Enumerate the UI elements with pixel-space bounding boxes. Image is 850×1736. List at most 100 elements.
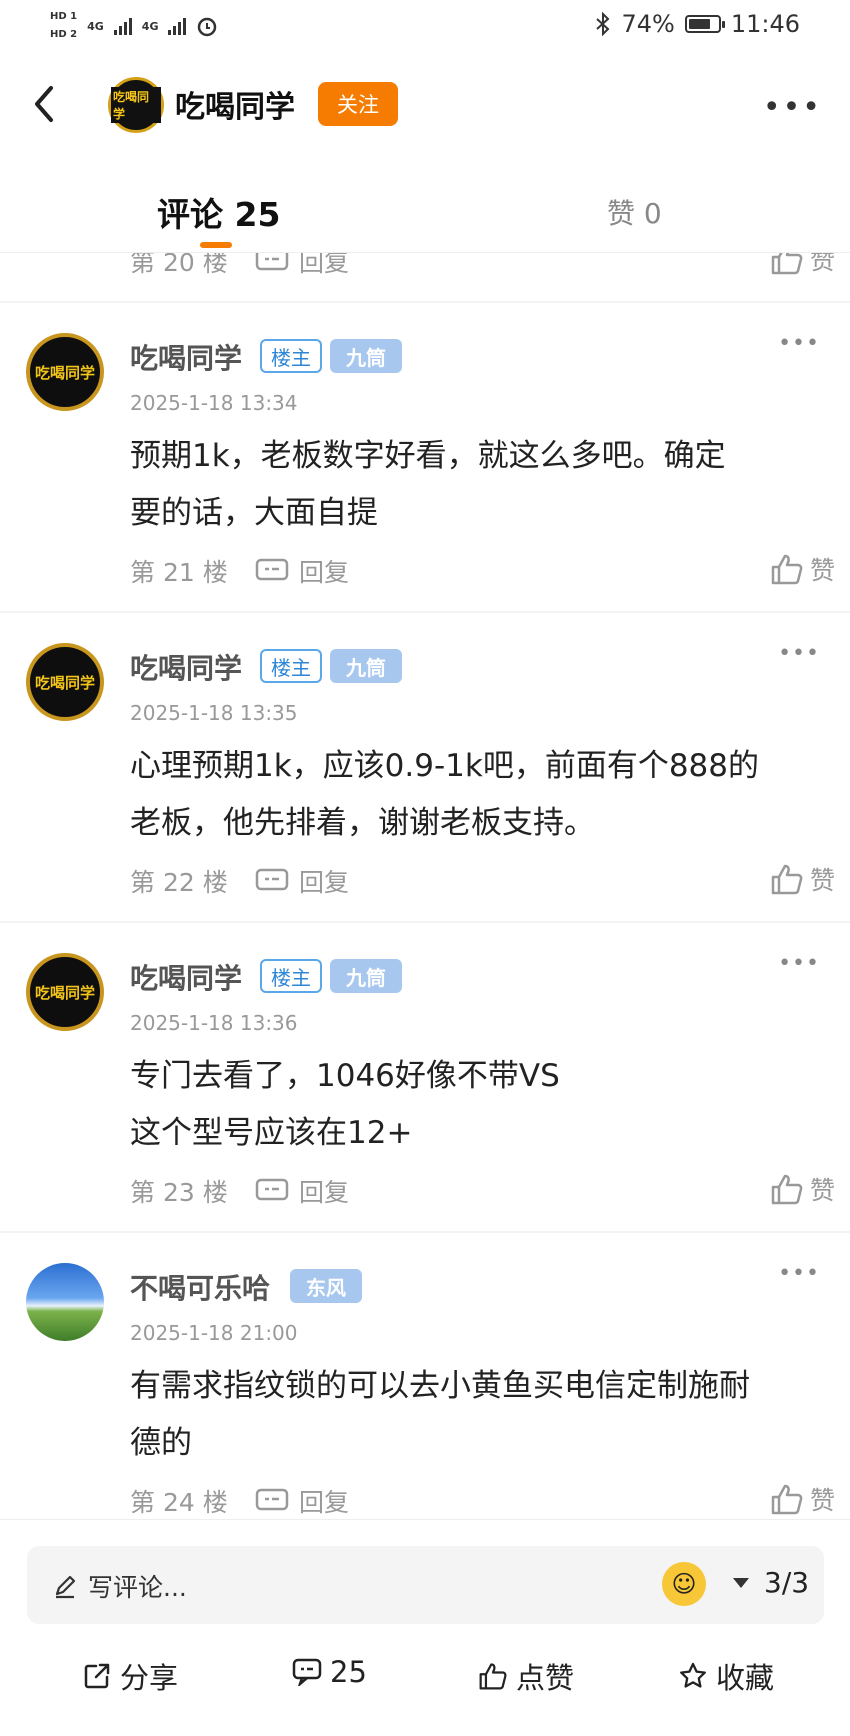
back-icon[interactable] <box>25 80 65 128</box>
floor-label: 第 20 楼 <box>130 253 228 277</box>
comment-item: 吃喝同学 吃喝同学 楼主 九筒 ••• 2025-1-18 13:36 专门去看… <box>0 923 850 1233</box>
bottom-bar: 写评论... ☺ 3/3 分享 25 点赞 收藏 <box>0 1519 850 1736</box>
comment-footer: 第 24 楼 回复 赞 <box>130 1483 835 1519</box>
status-left: HD 1 HD 2 4G 4G <box>50 8 218 44</box>
comment-input-placeholder: 写评论... <box>88 1573 187 1602</box>
comment-count-button[interactable]: 25 <box>292 1655 367 1689</box>
avatar[interactable]: 吃喝同学 <box>26 953 104 1031</box>
comment-item: 吃喝同学 吃喝同学 楼主 九筒 ••• 2025-1-18 13:34 预期1k… <box>0 303 850 613</box>
top-nav: 吃喝同学 吃喝同学 关注 ••• <box>0 60 850 150</box>
action-bar: 分享 25 点赞 收藏 <box>0 1645 850 1705</box>
sim2-label: HD 2 <box>50 29 78 40</box>
bluetooth-icon <box>596 12 610 36</box>
emoji-icon[interactable]: ☺ <box>662 1562 706 1606</box>
floor-label: 第 21 楼 <box>130 558 228 587</box>
network2-label: 4G <box>141 19 159 33</box>
avatar[interactable]: 吃喝同学 <box>26 333 104 411</box>
comment-list[interactable]: 第 20 楼 回复 赞 吃喝同学 吃喝同学 楼主 九筒 ••• 2025-1-1… <box>0 253 850 1519</box>
more-menu-icon[interactable]: ••• <box>763 90 822 125</box>
share-button[interactable]: 分享 <box>82 1655 178 1697</box>
comment-line: 要的话，大面自提 <box>130 495 378 531</box>
status-right: 74% 11:46 <box>595 10 800 38</box>
like-button[interactable]: 赞 <box>770 551 835 587</box>
favorite-label: 收藏 <box>716 1661 775 1695</box>
signal2-icon <box>168 17 187 35</box>
page-selector[interactable]: 3/3 <box>732 1566 809 1599</box>
thumb-up-icon <box>771 1174 803 1205</box>
comment-more-icon[interactable]: ••• <box>778 331 820 356</box>
comment-content: 预期1k，老板数字好看，就这么多吧。确定 要的话，大面自提 <box>130 428 830 542</box>
comment-content: 有需求指纹锁的可以去小黄鱼买电信定制施耐 德的 <box>130 1358 830 1472</box>
reply-button[interactable]: 回复 <box>255 1173 349 1209</box>
floor-label: 第 22 楼 <box>130 868 228 897</box>
comment-author[interactable]: 吃喝同学 <box>130 957 242 997</box>
comment-author[interactable]: 吃喝同学 <box>130 647 242 687</box>
comment-more-icon[interactable]: ••• <box>778 641 820 666</box>
like-label: 赞 <box>809 1486 835 1515</box>
page-title[interactable]: 吃喝同学 <box>175 82 295 126</box>
comment-input[interactable]: 写评论... <box>52 1568 187 1604</box>
like-button[interactable]: 赞 <box>770 253 835 277</box>
star-icon <box>680 1662 706 1688</box>
comment-date: 2025-1-18 13:36 <box>130 1011 298 1035</box>
page-indicator: 3/3 <box>764 1566 810 1599</box>
comment-icon <box>292 1658 322 1686</box>
comment-date: 2025-1-18 13:35 <box>130 701 298 725</box>
comment-more-icon[interactable]: ••• <box>778 951 820 976</box>
comment-line: 德的 <box>130 1425 192 1461</box>
comment-date: 2025-1-18 21:00 <box>130 1321 298 1345</box>
like-label: 赞 <box>809 866 835 895</box>
comment-count: 25 <box>330 1655 367 1689</box>
comment-footer: 第 20 楼 回复 赞 <box>130 253 835 283</box>
comment-line: 这个型号应该在12+ <box>130 1115 413 1151</box>
comment-author[interactable]: 不喝可乐哈 <box>130 1267 270 1307</box>
reply-button[interactable]: 回复 <box>255 863 349 899</box>
dropdown-icon <box>733 1577 749 1588</box>
reply-button[interactable]: 回复 <box>255 253 349 279</box>
battery-fill <box>688 19 710 29</box>
edit-icon <box>55 1575 76 1599</box>
thumb-up-icon <box>771 554 803 585</box>
floor-label: 第 23 楼 <box>130 1178 228 1207</box>
owner-badge: 楼主 <box>260 339 322 373</box>
rank-badge: 九筒 <box>330 959 402 993</box>
reply-label: 回复 <box>299 1488 350 1517</box>
like-post-button[interactable]: 点赞 <box>478 1655 574 1697</box>
reply-button[interactable]: 回复 <box>255 1483 349 1519</box>
reply-button[interactable]: 回复 <box>255 553 349 589</box>
tab-comments[interactable]: 评论 25 <box>157 188 280 236</box>
favorite-button[interactable]: 收藏 <box>678 1655 774 1697</box>
thumb-up-icon <box>771 864 803 895</box>
comment-line: 心理预期1k，应该0.9-1k吧，前面有个888的 <box>130 748 760 784</box>
comment-line: 有需求指纹锁的可以去小黄鱼买电信定制施耐 <box>130 1368 750 1404</box>
avatar-text: 吃喝同学 <box>34 673 95 692</box>
status-bar: HD 1 HD 2 4G 4G 74% 11:46 <box>0 0 850 52</box>
reply-icon <box>255 1488 289 1511</box>
thumb-up-icon <box>771 253 803 275</box>
header-avatar[interactable]: 吃喝同学 <box>108 77 164 133</box>
follow-button[interactable]: 关注 <box>318 82 398 126</box>
owner-badge: 楼主 <box>260 649 322 683</box>
like-button[interactable]: 赞 <box>770 1171 835 1207</box>
sim1-label: HD 1 <box>50 11 78 22</box>
like-label: 赞 <box>809 1176 835 1205</box>
comment-author[interactable]: 吃喝同学 <box>130 337 242 377</box>
share-icon <box>84 1663 110 1689</box>
comment-item: 不喝可乐哈 东风 ••• 2025-1-18 21:00 有需求指纹锁的可以去小… <box>0 1233 850 1519</box>
floor-label: 第 24 楼 <box>130 1488 228 1517</box>
comment-input-bar[interactable]: 写评论... ☺ 3/3 <box>27 1546 824 1624</box>
like-button[interactable]: 赞 <box>770 1481 835 1517</box>
comment-content: 心理预期1k，应该0.9-1k吧，前面有个888的 老板，他先排着，谢谢老板支持… <box>130 738 830 852</box>
like-post-label: 点赞 <box>516 1661 575 1695</box>
comment-footer: 第 22 楼 回复 赞 <box>130 863 835 903</box>
tab-likes[interactable]: 赞 0 <box>607 192 662 232</box>
avatar[interactable]: 吃喝同学 <box>26 643 104 721</box>
like-button[interactable]: 赞 <box>770 861 835 897</box>
reply-icon <box>255 1178 289 1201</box>
reply-icon <box>255 253 289 271</box>
thumb-up-icon <box>771 1484 803 1515</box>
avatar[interactable] <box>26 1263 104 1341</box>
network1-label: 4G <box>87 19 104 33</box>
battery-icon <box>684 15 725 33</box>
comment-more-icon[interactable]: ••• <box>778 1261 820 1286</box>
